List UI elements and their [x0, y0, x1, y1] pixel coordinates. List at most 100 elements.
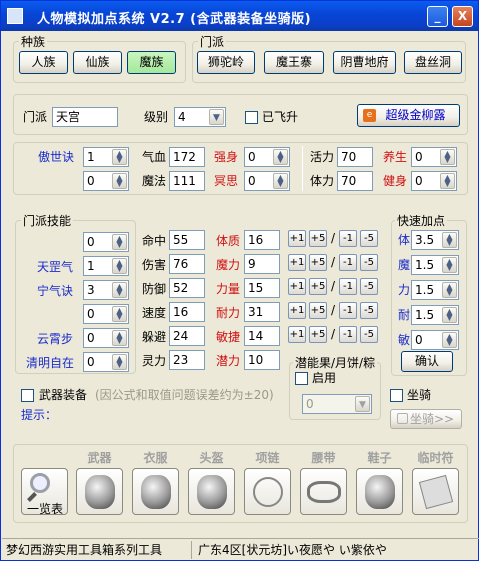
- energy-field[interactable]: 70: [337, 147, 373, 167]
- plus-1-button[interactable]: +1: [288, 278, 306, 295]
- sect-mowangzhai-button[interactable]: 魔王寨: [264, 51, 324, 74]
- sect-yincaodifu-button[interactable]: 阴曹地府: [333, 51, 396, 74]
- spin-arrows-icon[interactable]: ▲ ▼: [442, 307, 457, 323]
- plus-1-button[interactable]: +1: [288, 326, 306, 343]
- spin-arrows-icon[interactable]: ▲ ▼: [112, 149, 127, 165]
- weapon-slot-button[interactable]: [76, 468, 123, 515]
- attr-magic-field[interactable]: 9: [244, 254, 280, 274]
- talisman-slot-button[interactable]: [412, 468, 459, 515]
- overview-button[interactable]: 一览表: [21, 468, 68, 516]
- spin-arrows-icon[interactable]: ▲ ▼: [112, 173, 127, 189]
- minus-5-button[interactable]: -5: [360, 278, 378, 295]
- spin-arrows-icon[interactable]: ▲ ▼: [112, 282, 127, 298]
- hp-field[interactable]: 172: [169, 147, 205, 167]
- mount-checkbox[interactable]: [390, 389, 403, 402]
- spin-arrows-icon[interactable]: ▲ ▼: [273, 149, 288, 165]
- title-bar[interactable]: 人物模拟加点系统 V2.7 (含武器装备坐骑版) _ X: [1, 1, 478, 31]
- stat-speed-field[interactable]: 16: [169, 302, 205, 322]
- attr-constitution-field[interactable]: 16: [244, 230, 280, 250]
- sect-field[interactable]: 天宫: [52, 107, 118, 127]
- spin-arrows-icon[interactable]: ▲ ▼: [112, 330, 127, 346]
- potential-select[interactable]: 0 ▼: [302, 394, 372, 414]
- attr-potential-field[interactable]: 10: [244, 350, 280, 370]
- spin-arrows-icon[interactable]: ▲ ▼: [442, 257, 457, 273]
- quick-strength-spin[interactable]: 1.5 ▲ ▼: [411, 280, 459, 300]
- level-select[interactable]: 4 ▼: [174, 107, 226, 127]
- race-demon-button[interactable]: 魔族: [127, 51, 176, 74]
- plus-5-button[interactable]: +5: [309, 254, 327, 271]
- sect-skill-spin-2[interactable]: 1 ▲ ▼: [83, 256, 129, 276]
- mount-button[interactable]: 坐骑>>: [390, 409, 462, 429]
- super-liulu-button[interactable]: e 超级金柳露: [357, 104, 460, 127]
- sect-skill-spin-3[interactable]: 3 ▲ ▼: [83, 280, 129, 300]
- spin-arrows-icon[interactable]: ▲ ▼: [112, 354, 127, 370]
- minus-1-button[interactable]: -1: [339, 278, 357, 295]
- quick-confirm-button[interactable]: 确认: [401, 351, 453, 372]
- attr-strength-field[interactable]: 15: [244, 278, 280, 298]
- shoes-slot-button[interactable]: [356, 468, 403, 515]
- close-button[interactable]: X: [452, 6, 473, 27]
- necklace-slot-button[interactable]: [244, 468, 291, 515]
- aoshijue-spin-2[interactable]: 0 ▲ ▼: [83, 171, 129, 191]
- race-immortal-button[interactable]: 仙族: [73, 51, 122, 74]
- potential-enable-checkbox[interactable]: [295, 372, 308, 385]
- think-spin[interactable]: 0 ▲ ▼: [244, 171, 290, 191]
- mp-field[interactable]: 111: [169, 171, 205, 191]
- sect-pansidong-button[interactable]: 盘丝洞: [404, 51, 462, 74]
- spin-arrows-icon[interactable]: ▲ ▼: [442, 282, 457, 298]
- plus-5-button[interactable]: +5: [309, 302, 327, 319]
- minus-1-button[interactable]: -1: [339, 230, 357, 247]
- stat-dodge-field[interactable]: 24: [169, 326, 205, 346]
- minus-1-button[interactable]: -1: [339, 326, 357, 343]
- quick-magic-spin[interactable]: 1.5 ▲ ▼: [411, 255, 459, 275]
- armor-slot-button[interactable]: [132, 468, 179, 515]
- minus-5-button[interactable]: -5: [360, 326, 378, 343]
- sect-skill-spin-1[interactable]: 0 ▲ ▼: [83, 232, 129, 252]
- dropdown-arrow-icon[interactable]: ▼: [209, 109, 224, 125]
- quick-endurance-spin[interactable]: 1.5 ▲ ▼: [411, 305, 459, 325]
- plus-5-button[interactable]: +5: [309, 326, 327, 343]
- stat-spirit-field[interactable]: 23: [169, 350, 205, 370]
- spin-arrows-icon[interactable]: ▲ ▼: [273, 173, 288, 189]
- race-human-button[interactable]: 人族: [19, 51, 68, 74]
- spin-arrows-icon[interactable]: ▲ ▼: [442, 232, 457, 248]
- quick-constitution-spin[interactable]: 3.5 ▲ ▼: [411, 230, 459, 250]
- spin-arrows-icon[interactable]: ▲ ▼: [442, 332, 457, 348]
- sect-skill-spin-5[interactable]: 0 ▲ ▼: [83, 328, 129, 348]
- stamina-field[interactable]: 70: [337, 171, 373, 191]
- minus-5-button[interactable]: -5: [360, 254, 378, 271]
- strong-spin[interactable]: 0 ▲ ▼: [244, 147, 290, 167]
- attr-endurance-field[interactable]: 31: [244, 302, 280, 322]
- stat-damage-field[interactable]: 76: [169, 254, 205, 274]
- plus-1-button[interactable]: +1: [288, 254, 306, 271]
- sect-skill-spin-4[interactable]: 0 ▲ ▼: [83, 304, 129, 324]
- minus-5-button[interactable]: -5: [360, 230, 378, 247]
- minus-5-button[interactable]: -5: [360, 302, 378, 319]
- spin-arrows-icon[interactable]: ▲ ▼: [112, 234, 127, 250]
- fitness-spin[interactable]: 0 ▲ ▼: [411, 171, 457, 191]
- aoshijue-spin-1[interactable]: 1 ▲ ▼: [83, 147, 129, 167]
- plus-1-button[interactable]: +1: [288, 230, 306, 247]
- quick-agility-spin[interactable]: 0 ▲ ▼: [411, 330, 459, 350]
- spin-arrows-icon[interactable]: ▲ ▼: [112, 306, 127, 322]
- spin-arrows-icon[interactable]: ▲ ▼: [112, 258, 127, 274]
- flew-checkbox[interactable]: [245, 111, 258, 124]
- sect-skill-spin-6[interactable]: 0 ▲ ▼: [83, 352, 129, 372]
- plus-5-button[interactable]: +5: [309, 230, 327, 247]
- stat-hit-field[interactable]: 55: [169, 230, 205, 250]
- sect-shituoling-button[interactable]: 狮驼岭: [197, 51, 255, 74]
- minimize-button[interactable]: _: [427, 6, 448, 27]
- stat-defense-field[interactable]: 52: [169, 278, 205, 298]
- attr-agility-field[interactable]: 14: [244, 326, 280, 346]
- plus-5-button[interactable]: +5: [309, 278, 327, 295]
- minus-1-button[interactable]: -1: [339, 254, 357, 271]
- plus-1-button[interactable]: +1: [288, 302, 306, 319]
- spin-arrows-icon[interactable]: ▲ ▼: [440, 149, 455, 165]
- nurture-spin[interactable]: 0 ▲ ▼: [411, 147, 457, 167]
- spin-arrows-icon[interactable]: ▲ ▼: [440, 173, 455, 189]
- dropdown-arrow-icon[interactable]: ▼: [355, 396, 370, 412]
- minus-1-button[interactable]: -1: [339, 302, 357, 319]
- belt-slot-button[interactable]: [300, 468, 347, 515]
- weapon-equip-checkbox[interactable]: [21, 389, 34, 402]
- helmet-slot-button[interactable]: [188, 468, 235, 515]
